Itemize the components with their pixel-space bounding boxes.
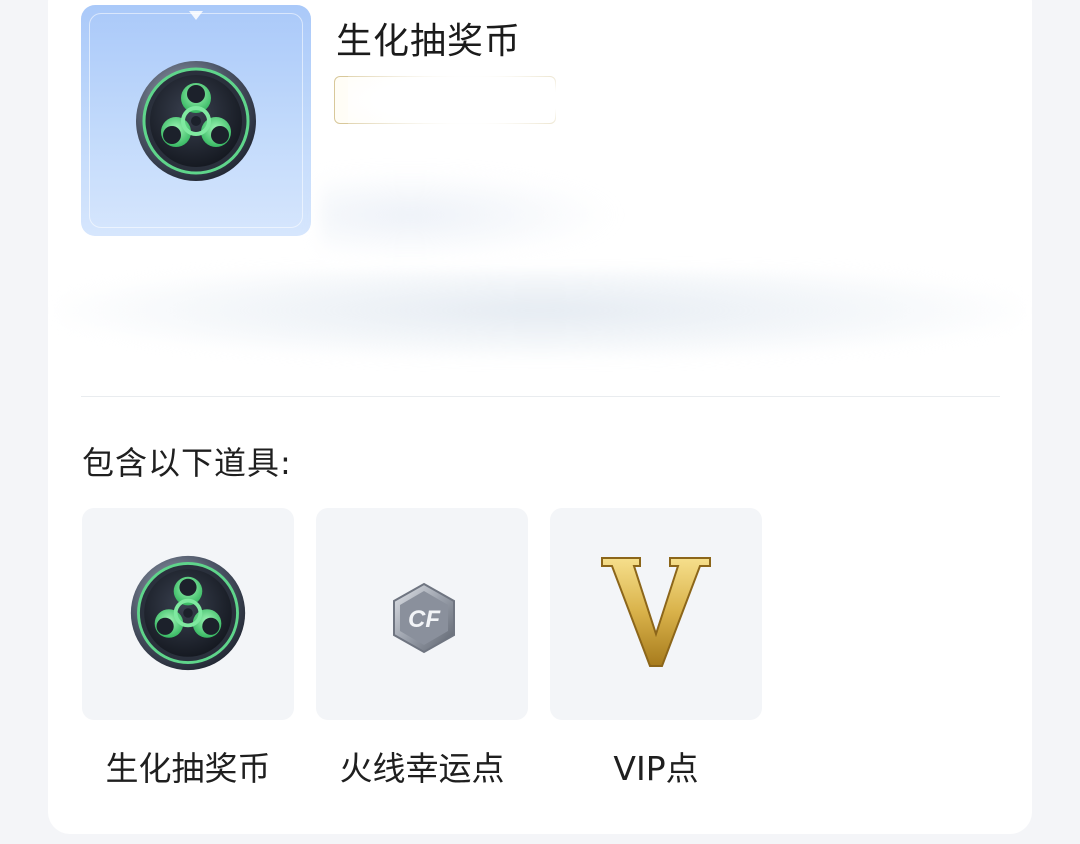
- notch-decoration: [189, 11, 203, 20]
- section-divider: [81, 396, 1000, 397]
- item-label: 火线幸运点: [339, 749, 505, 788]
- cf-lucky-point-icon: CF: [393, 582, 455, 654]
- biohazard-coin-icon: [130, 555, 246, 671]
- svg-text:CF: CF: [408, 606, 441, 633]
- vip-v-icon: [601, 557, 711, 667]
- item-label: VIP点: [613, 749, 699, 788]
- contents-heading: 包含以下道具:: [82, 444, 292, 482]
- obscured-region: [60, 270, 1020, 360]
- obscured-region: [348, 70, 588, 130]
- biohazard-coin-icon: [136, 61, 256, 181]
- obscured-region: [320, 170, 620, 260]
- product-hero-image: [81, 5, 311, 236]
- item-tile-cf-lucky-point[interactable]: CF: [316, 508, 528, 720]
- item-tile-biohazard-coin[interactable]: [82, 508, 294, 720]
- product-title: 生化抽奖币: [336, 21, 522, 62]
- item-tile-vip-point[interactable]: [550, 508, 762, 720]
- item-label: 生化抽奖币: [105, 749, 271, 788]
